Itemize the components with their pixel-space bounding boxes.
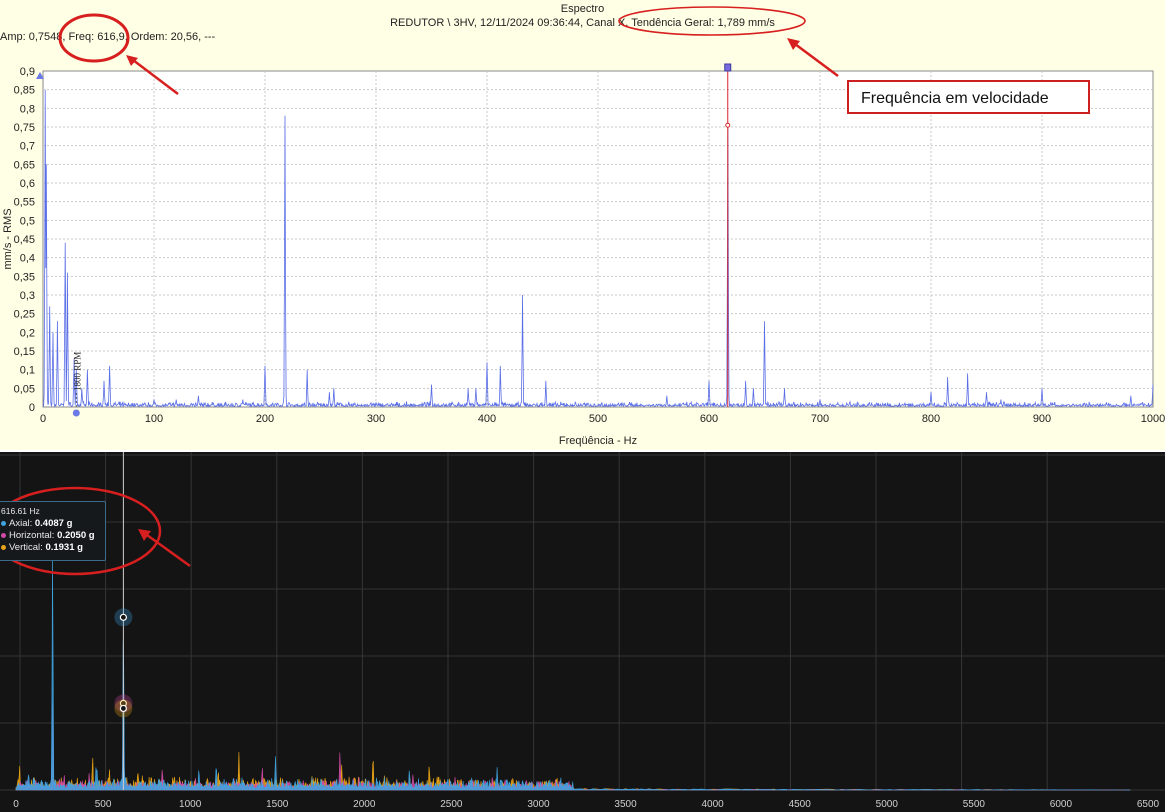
series-highlight-point: [119, 704, 127, 713]
x-tick-label: 3000: [527, 799, 550, 810]
tooltip-row-axial: Axial: 0.4087 g: [1, 518, 105, 530]
x-tick-label: 1000: [179, 799, 202, 810]
x-tick-label: 500: [95, 799, 112, 810]
tooltip-row-vertical: Vertical: 0.1931 g: [1, 542, 105, 554]
x-tick-label: 0: [13, 799, 19, 810]
horizontal-dot-icon: [1, 532, 6, 538]
series-area-horizontal: [15, 701, 1131, 791]
series-highlight-point: [119, 613, 127, 621]
x-tick-label: 2500: [440, 799, 463, 810]
x-tick-label: 5500: [963, 799, 986, 810]
x-tick-label: 3500: [614, 799, 637, 810]
annotation-arrow: [146, 533, 191, 568]
tooltip-axial-value: 0.4087 g: [34, 518, 73, 529]
tooltip-vertical-value: 0.1931 g: [45, 542, 83, 553]
tooltip-horizontal-label: Horizontal: [9, 530, 52, 541]
tooltip-row-horizontal: Horizontal: 0.2050 g: [1, 530, 105, 542]
x-tick-label: 4500: [789, 799, 812, 810]
series-area-vertical: [15, 719, 1131, 791]
x-tick-label: 6500: [1137, 799, 1160, 810]
x-tick-label: 2000: [353, 799, 376, 810]
x-tick-label: 1500: [266, 799, 289, 810]
x-tick-label: 6000: [1050, 799, 1073, 810]
x-tick-label: 5000: [876, 799, 899, 810]
bottom-spectrum-chart[interactable]: 0 500 1000 1500 2000 2500 3000 3500 4000 4500 5000…: [0, 0, 1165, 812]
series-area-axial: [15, 549, 1131, 791]
tooltip-vertical-label: Vertical: [9, 542, 41, 553]
hover-tooltip: 616.61 Hz Axial: 0.4087 g Horizontal: 0.…: [0, 501, 106, 561]
tooltip-frequency: 616.61 Hz: [1, 506, 40, 516]
tooltip-horizontal-value: 0.2050 g: [57, 530, 95, 541]
x-tick-label: 4000: [701, 799, 724, 810]
axial-dot-icon: [1, 520, 6, 526]
vertical-dot-icon: [1, 544, 6, 550]
tooltip-axial-label: Axial: [9, 518, 30, 529]
velocity-callout: Frequência em velocidade: [847, 80, 1090, 114]
